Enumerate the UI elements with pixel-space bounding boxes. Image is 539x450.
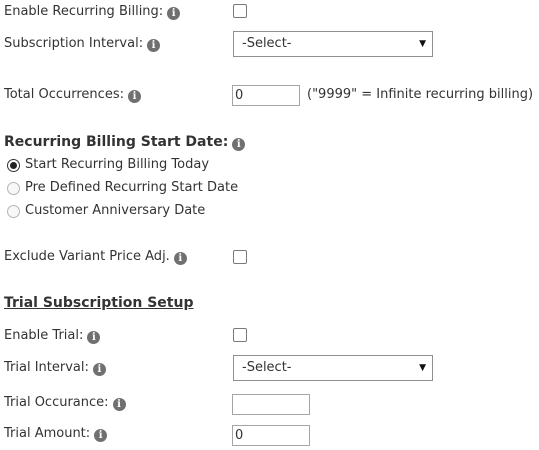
info-icon[interactable]: i (112, 398, 126, 411)
subscription-interval-label: Subscription Interval: i (4, 35, 161, 53)
trial-interval-select[interactable]: -Select- ▼ (233, 355, 433, 381)
radio-anniversary-date[interactable] (7, 205, 20, 218)
radio-predefined-date[interactable] (7, 182, 20, 195)
total-occurrences-label: Total Occurrences: i (4, 86, 141, 104)
radio-start-today[interactable] (7, 159, 20, 172)
trial-occurance-input[interactable] (232, 394, 310, 415)
enable-trial-label: Enable Trial: i (4, 327, 101, 345)
info-icon[interactable]: i (232, 138, 246, 151)
start-date-heading: Recurring Billing Start Date: i (4, 133, 246, 151)
radio-predefined-date-label[interactable]: Pre Defined Recurring Start Date (25, 179, 238, 197)
occurrences-hint: ("9999" = Infinite recurring billing) (307, 87, 534, 102)
enable-recurring-label: Enable Recurring Billing: i (4, 3, 181, 21)
info-icon[interactable]: i (173, 252, 187, 265)
radio-start-today-label[interactable]: Start Recurring Billing Today (25, 156, 209, 174)
info-icon[interactable]: i (127, 90, 141, 103)
trial-occurance-label: Trial Occurance: i (4, 394, 126, 412)
radio-anniversary-date-label[interactable]: Customer Anniversary Date (25, 202, 205, 220)
total-occurrences-input[interactable]: 0 (232, 85, 300, 106)
subscription-interval-select[interactable]: -Select- ▼ (233, 31, 433, 57)
info-icon[interactable]: i (167, 7, 181, 20)
trial-amount-input[interactable]: 0 (232, 425, 310, 446)
info-icon[interactable]: i (94, 429, 108, 442)
trial-heading: Trial Subscription Setup (4, 295, 194, 311)
caret-down-icon: ▼ (419, 363, 426, 373)
enable-recurring-checkbox[interactable] (233, 4, 247, 18)
info-icon[interactable]: i (92, 363, 106, 376)
trial-interval-label: Trial Interval: i (4, 359, 106, 377)
exclude-variant-label: Exclude Variant Price Adj. i (4, 248, 187, 266)
exclude-variant-checkbox[interactable] (233, 250, 247, 264)
enable-trial-checkbox[interactable] (233, 328, 247, 342)
info-icon[interactable]: i (147, 39, 161, 52)
info-icon[interactable]: i (87, 331, 101, 344)
trial-amount-label: Trial Amount: i (4, 425, 108, 443)
caret-down-icon: ▼ (419, 39, 426, 49)
